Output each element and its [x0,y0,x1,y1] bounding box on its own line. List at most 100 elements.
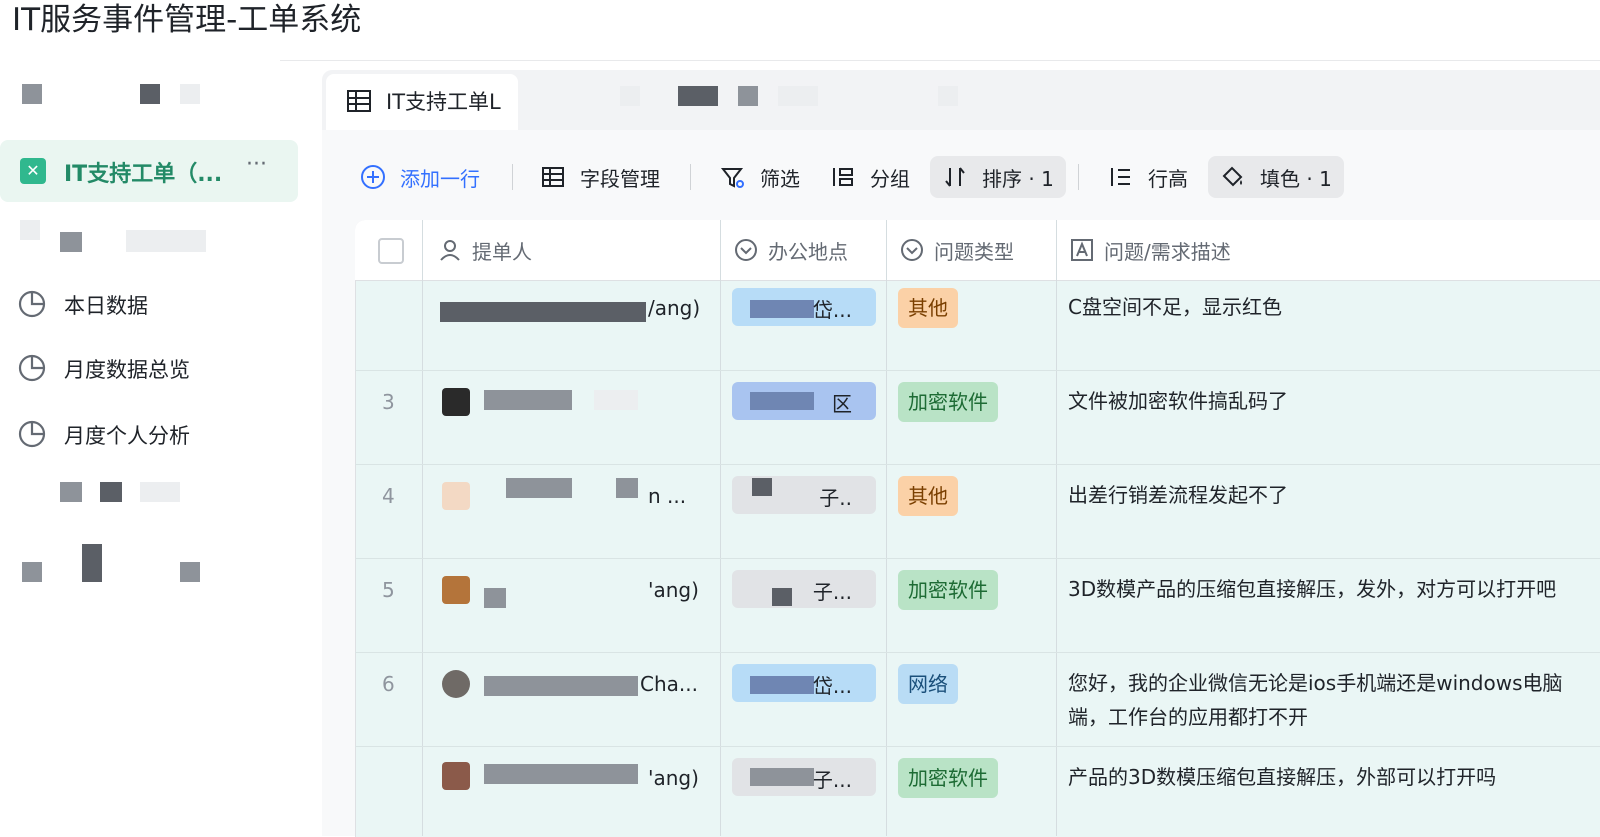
location-tag-text: 子.. [819,486,852,510]
row-height-icon [1111,168,1130,186]
sidebar-item-today-data[interactable]: 本日数据 [18,288,278,328]
text-field-icon [1071,239,1093,261]
column-divider [720,220,721,836]
description-cell[interactable]: 出差行销差流程发起不了 [1068,478,1568,512]
row-divider [355,370,1600,371]
redacted-block [60,232,82,252]
filter-button[interactable]: 筛选 [720,150,800,204]
sidebar-item-label: 月度数据总览 [64,358,190,382]
field-management-button[interactable]: 字段管理 [540,150,660,204]
redacted-location [750,392,814,410]
redacted-name [616,478,638,498]
redacted-location [772,588,792,606]
column-divider [422,220,423,836]
issue-type-tag[interactable]: 加密软件 [898,382,998,422]
redacted-location [752,478,772,496]
sidebar-item-it-support[interactable]: ✕ IT支持工单（... ··· [0,140,298,202]
redacted-block [82,544,102,582]
row-number: 4 [382,484,395,508]
fill-color-label: 填色 · 1 [1260,166,1332,191]
location-tag[interactable]: 子... [732,570,876,608]
redacted-name [484,764,638,784]
fill-color-button[interactable]: 填色 · 1 [1208,156,1344,198]
column-header-submitter[interactable]: 提单人 [438,232,532,268]
sidebar-item-monthly-overview[interactable]: 月度数据总览 [18,352,278,392]
sidebar-item-label: IT支持工单（... [64,162,223,187]
redacted-block [100,482,122,502]
sidebar-item-monthly-personal[interactable]: 月度个人分析 [18,418,278,458]
submitter-name-tail: 'ang) [648,766,699,790]
single-select-icon [735,239,757,261]
row-number: 6 [382,672,395,696]
issue-type-tag[interactable]: 其他 [898,476,958,516]
redacted-block [778,86,818,106]
redacted-block [140,84,160,104]
group-button[interactable]: 分组 [830,150,910,204]
column-divider [886,220,887,836]
toolbar-divider [512,164,513,190]
location-tag-text: 岱... [812,674,852,698]
location-tag[interactable]: 区 [732,382,876,420]
pie-chart-icon [18,290,46,318]
row-height-label: 行高 [1148,166,1188,191]
sort-button[interactable]: 排序 · 1 [930,156,1066,198]
group-icon [833,168,853,186]
avatar [442,576,470,604]
submitter-name-tail: /ang) [648,296,701,320]
pie-chart-icon [18,354,46,382]
sort-icon [945,167,965,187]
column-header-label: 问题/需求描述 [1104,239,1231,264]
issue-type-tag[interactable]: 加密软件 [898,758,998,798]
column-header-issue-type[interactable]: 问题类型 [900,232,1014,268]
redacted-block [180,84,200,104]
column-header-description[interactable]: 问题/需求描述 [1070,232,1231,268]
plus-circle-icon [361,165,385,189]
redacted-block [20,220,40,240]
redacted-block [678,86,718,106]
issue-type-tag[interactable]: 网络 [898,664,958,704]
row-divider [355,558,1600,559]
pie-chart-icon [18,420,46,448]
submitter-name-tail: 'ang) [648,578,699,602]
issue-type-tag[interactable]: 加密软件 [898,570,998,610]
sidebar-item-label: 本日数据 [64,294,148,318]
description-cell[interactable]: 产品的3D数模压缩包直接解压，外部可以打开吗 [1068,760,1568,794]
column-header-location[interactable]: 办公地点 [734,232,848,268]
redacted-block [22,84,42,104]
location-tag[interactable]: 岱... [732,664,876,702]
select-all-checkbox[interactable] [378,238,404,264]
location-tag[interactable]: 子... [732,758,876,796]
more-options-icon[interactable]: ··· [246,152,267,177]
add-row-button[interactable]: 添加一行 [360,150,480,204]
grid-fields-icon [542,167,564,187]
row-divider [355,652,1600,653]
redacted-location [750,676,814,694]
redacted-block [126,230,206,252]
add-row-label: 添加一行 [400,166,480,191]
submitter-name-tail: n ... [648,484,687,508]
row-number: 5 [382,578,395,602]
redacted-block [60,482,82,502]
description-cell[interactable]: C盘空间不足，显示红色 [1068,290,1568,324]
description-cell[interactable]: 文件被加密软件搞乱码了 [1068,384,1568,418]
row-divider [355,746,1600,747]
avatar [442,762,470,790]
filter-icon [720,168,744,188]
table-sheet-icon: ✕ [20,158,46,184]
issue-type-tag[interactable]: 其他 [898,288,958,328]
column-divider [1056,220,1057,836]
sort-label: 排序 · 1 [982,166,1054,191]
location-tag[interactable]: 岱... [732,288,876,326]
redacted-block [938,86,958,106]
avatar [442,482,470,510]
avatar [442,670,470,698]
toolbar-divider [690,164,691,190]
location-tag[interactable]: 子.. [732,476,876,514]
description-cell[interactable]: 您好，我的企业微信无论是ios手机端还是windows电脑端，工作台的应用都打不… [1068,666,1568,734]
description-cell[interactable]: 3D数模产品的压缩包直接解压，发外，对方可以打开吧 [1068,572,1568,606]
redacted-block [180,562,200,582]
tab-it-support[interactable]: IT支持工单L [326,74,518,130]
location-tag-text: 区 [832,392,852,416]
sidebar-item-label: 月度个人分析 [64,424,190,448]
row-height-button[interactable]: 行高 [1108,150,1188,204]
